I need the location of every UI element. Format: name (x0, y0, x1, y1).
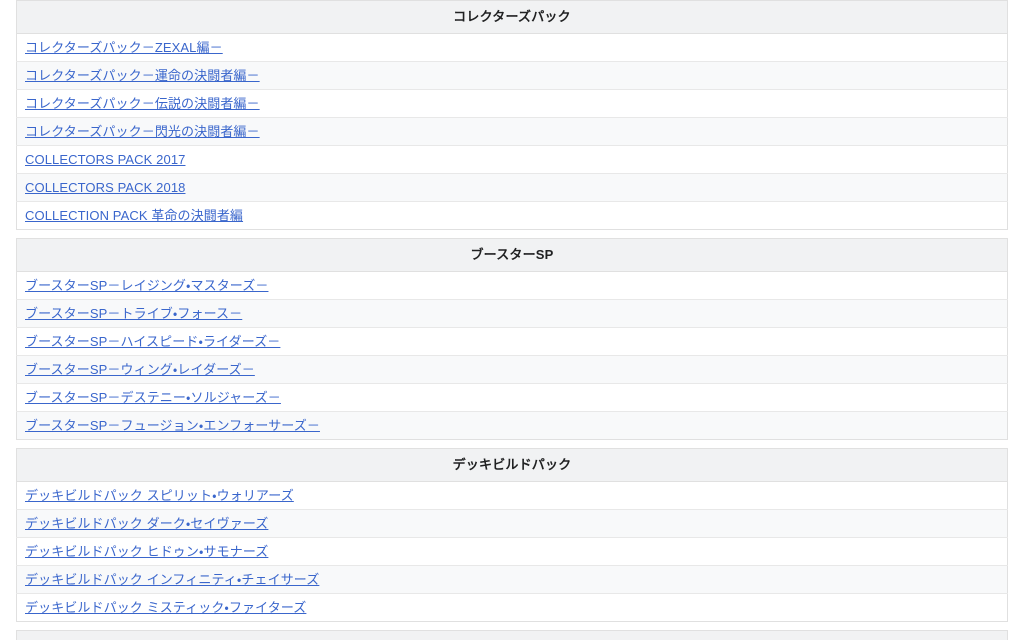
table-row: ブースターSP－トライブ・フォース－ (16, 299, 1008, 328)
pack-section-table: コレクターズパックコレクターズパック－ZEXAL編－ コレクターズパック－運命の決… (16, 0, 1008, 230)
section-heading: コレクターズパック (16, 0, 1008, 34)
pack-cell: ブースターSP－ウィング・レイダーズ－ (16, 355, 1008, 384)
pack-link[interactable]: コレクターズパック－伝説の決闘者編－ (25, 96, 260, 111)
pack-link[interactable]: デッキビルドパック ダーク・セイヴァーズ (25, 516, 268, 531)
section-header-row: ブースターSP (16, 238, 1008, 272)
pack-cell: COLLECTORS PACK 2017 (16, 145, 1008, 174)
pack-cell: ブースターSP－ハイスピード・ライダーズ－ (16, 327, 1008, 356)
pack-link[interactable]: デッキビルドパック ヒドゥン・サモナーズ (25, 544, 268, 559)
pack-link[interactable]: ブースターSP－ウィング・レイダーズ－ (25, 362, 255, 377)
pack-cell: ブースターSP－トライブ・フォース－ (16, 299, 1008, 328)
pack-link[interactable]: コレクターズパック－閃光の決闘者編－ (25, 124, 260, 139)
pack-cell: デッキビルドパック ヒドゥン・サモナーズ (16, 537, 1008, 566)
pack-cell: ブースターSP－デステニー・ソルジャーズ－ (16, 383, 1008, 412)
table-row: ブースターSP－レイジング・マスターズ－ (16, 271, 1008, 300)
pack-link[interactable]: デッキビルドパック ミスティック・ファイターズ (25, 600, 306, 615)
pack-section-table: ブースターSP ブースターSP－レイジング・マスターズ－ ブースターSP－トライブ・… (16, 238, 1008, 440)
table-row: ブースターSP－デステニー・ソルジャーズ－ (16, 383, 1008, 412)
table-row: COLLECTORS PACK 2018 (16, 173, 1008, 202)
pack-cell: コレクターズパック－運命の決闘者編－ (16, 61, 1008, 90)
section-heading: デッキビルドパック (16, 448, 1008, 482)
pack-cell: コレクターズパック－ZEXAL編－ (17, 34, 1008, 62)
table-row: デッキビルドパック ミスティック・ファイターズ (16, 593, 1008, 622)
pack-cell: コレクターズパック－伝説の決闘者編－ (16, 89, 1008, 118)
section-heading: ブースターSP (16, 238, 1008, 272)
pack-link[interactable]: ブースターSP－トライブ・フォース－ (25, 306, 242, 321)
table-row: デッキビルドパック スピリット・ウォリアーズ (16, 481, 1008, 510)
section-header-row: コレクターズパック (16, 0, 1008, 34)
table-row: ブースターSP－ウィング・レイダーズ－ (16, 355, 1008, 384)
pack-cell: COLLECTION PACK 革命の決闘者編 (16, 201, 1008, 230)
pack-cell: デッキビルドパック スピリット・ウォリアーズ (17, 482, 1008, 510)
table-row: コレクターズパック－ZEXAL編－ (16, 33, 1008, 62)
pack-cell: デッキビルドパック ダーク・セイヴァーズ (16, 509, 1008, 538)
pack-link[interactable]: COLLECTION PACK 革命の決闘者編 (25, 208, 243, 223)
pack-link[interactable]: COLLECTORS PACK 2018 (25, 180, 185, 195)
table-row: デッキビルドパック ヒドゥン・サモナーズ (16, 537, 1008, 566)
table-row: コレクターズパック－閃光の決闘者編－ (16, 117, 1008, 146)
pack-link[interactable]: COLLECTORS PACK 2017 (25, 152, 185, 167)
pack-cell: デッキビルドパック インフィニティ・チェイサーズ (16, 565, 1008, 594)
pack-cell: ブースターSP－フュージョン・エンフォーサーズ－ (16, 411, 1008, 440)
table-row: COLLECTION PACK 革命の決闘者編 (16, 201, 1008, 230)
pack-link[interactable]: コレクターズパック－運命の決闘者編－ (25, 68, 260, 83)
pack-link[interactable]: デッキビルドパック インフィニティ・チェイサーズ (25, 572, 319, 587)
next-section-table-stub (16, 630, 1008, 640)
pack-list-page: コレクターズパックコレクターズパック－ZEXAL編－ コレクターズパック－運命の決… (0, 0, 1024, 640)
pack-link[interactable]: ブースターSP－ハイスピード・ライダーズ－ (25, 334, 280, 349)
pack-section-table: デッキビルドパック デッキビルドパック スピリット・ウォリアーズ デッキビルドパック… (16, 448, 1008, 622)
pack-link[interactable]: ブースターSP－デステニー・ソルジャーズ－ (25, 390, 281, 405)
pack-cell: ブースターSP－レイジング・マスターズ－ (17, 272, 1008, 300)
pack-cell: デッキビルドパック ミスティック・ファイターズ (16, 593, 1008, 622)
table-row: ブースターSP－ハイスピード・ライダーズ－ (16, 327, 1008, 356)
section-header-row: デッキビルドパック (16, 448, 1008, 482)
pack-cell: コレクターズパック－閃光の決闘者編－ (16, 117, 1008, 146)
pack-cell: COLLECTORS PACK 2018 (16, 173, 1008, 202)
pack-sections-container: コレクターズパックコレクターズパック－ZEXAL編－ コレクターズパック－運命の決… (16, 0, 1008, 622)
table-row: COLLECTORS PACK 2017 (16, 145, 1008, 174)
table-row: コレクターズパック－運命の決闘者編－ (16, 61, 1008, 90)
table-row: デッキビルドパック ダーク・セイヴァーズ (16, 509, 1008, 538)
table-row: デッキビルドパック インフィニティ・チェイサーズ (16, 565, 1008, 594)
pack-link[interactable]: デッキビルドパック スピリット・ウォリアーズ (25, 488, 294, 503)
table-row: ブースターSP－フュージョン・エンフォーサーズ－ (16, 411, 1008, 440)
pack-link[interactable]: ブースターSP－レイジング・マスターズ－ (25, 278, 268, 293)
pack-link[interactable]: ブースターSP－フュージョン・エンフォーサーズ－ (25, 418, 320, 433)
table-row: コレクターズパック－伝説の決闘者編－ (16, 89, 1008, 118)
pack-link[interactable]: コレクターズパック－ZEXAL編－ (25, 40, 223, 55)
